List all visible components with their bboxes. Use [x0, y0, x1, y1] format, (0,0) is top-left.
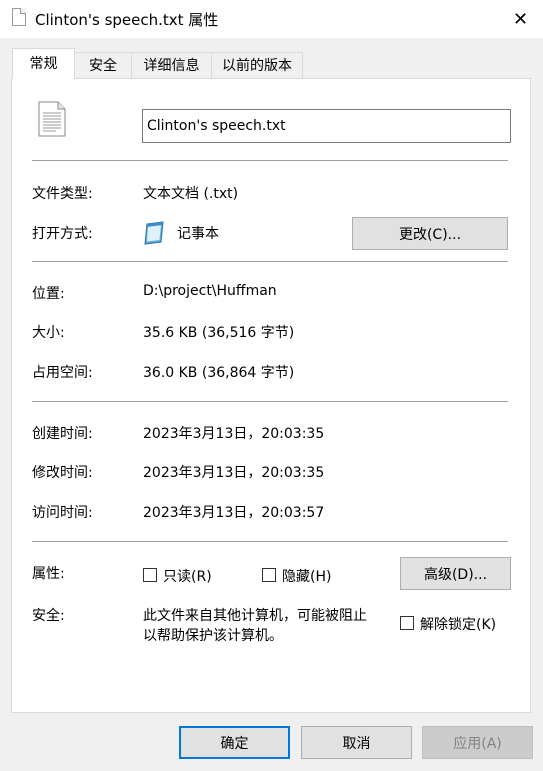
close-button[interactable]: ✕ — [498, 0, 543, 38]
created-value: 2023年3月13日，20:03:35 — [143, 426, 325, 442]
text-file-icon — [12, 8, 26, 26]
security-label: 安全: — [32, 608, 65, 624]
hidden-checkbox[interactable] — [262, 568, 276, 582]
modified-label: 修改时间: — [32, 465, 93, 481]
tab-general[interactable]: 常规 — [12, 48, 75, 79]
security-message-line2: 以帮助保护该计算机。 — [143, 628, 283, 644]
attributes-label: 属性: — [32, 566, 65, 582]
document-icon — [38, 101, 66, 137]
unblock-label[interactable]: 解除锁定(K) — [420, 614, 496, 634]
close-icon: ✕ — [512, 8, 529, 30]
location-value: D:\project\Huffman — [143, 283, 277, 299]
open-with-label: 打开方式: — [32, 226, 93, 242]
readonly-checkbox[interactable] — [143, 568, 157, 582]
advanced-button[interactable]: 高级(D)... — [400, 557, 511, 590]
size-label: 大小: — [32, 325, 65, 341]
readonly-label[interactable]: 只读(R) — [163, 566, 212, 586]
tab-previous-versions[interactable]: 以前的版本 — [211, 52, 303, 78]
file-name-input[interactable] — [142, 109, 511, 143]
ok-button[interactable]: 确定 — [179, 726, 290, 759]
hidden-label[interactable]: 隐藏(H) — [282, 566, 331, 586]
file-type-value: 文本文档 (.txt) — [143, 186, 239, 202]
location-label: 位置: — [32, 286, 65, 302]
change-button[interactable]: 更改(C)... — [352, 217, 508, 250]
open-with-value: 记事本 — [177, 226, 219, 242]
unblock-checkbox[interactable] — [400, 616, 414, 630]
size-on-disk-value: 36.0 KB (36,864 字节) — [143, 365, 295, 381]
separator — [32, 541, 508, 542]
tab-security[interactable]: 安全 — [74, 52, 132, 78]
security-message-line1: 此文件来自其他计算机，可能被阻止 — [143, 608, 367, 624]
notepad-icon — [144, 221, 164, 245]
accessed-value: 2023年3月13日，20:03:57 — [143, 505, 325, 521]
created-label: 创建时间: — [32, 426, 93, 442]
size-value: 35.6 KB (36,516 字节) — [143, 325, 295, 341]
cancel-button[interactable]: 取消 — [301, 726, 412, 759]
accessed-label: 访问时间: — [32, 505, 93, 521]
tab-details[interactable]: 详细信息 — [131, 52, 212, 78]
modified-value: 2023年3月13日，20:03:35 — [143, 465, 325, 481]
window-title: Clinton's speech.txt 属性 — [35, 11, 219, 29]
apply-button[interactable]: 应用(A) — [422, 726, 533, 759]
separator — [32, 160, 508, 161]
file-type-label: 文件类型: — [32, 186, 93, 202]
separator — [32, 401, 508, 402]
separator — [32, 261, 508, 262]
size-on-disk-label: 占用空间: — [32, 365, 93, 381]
